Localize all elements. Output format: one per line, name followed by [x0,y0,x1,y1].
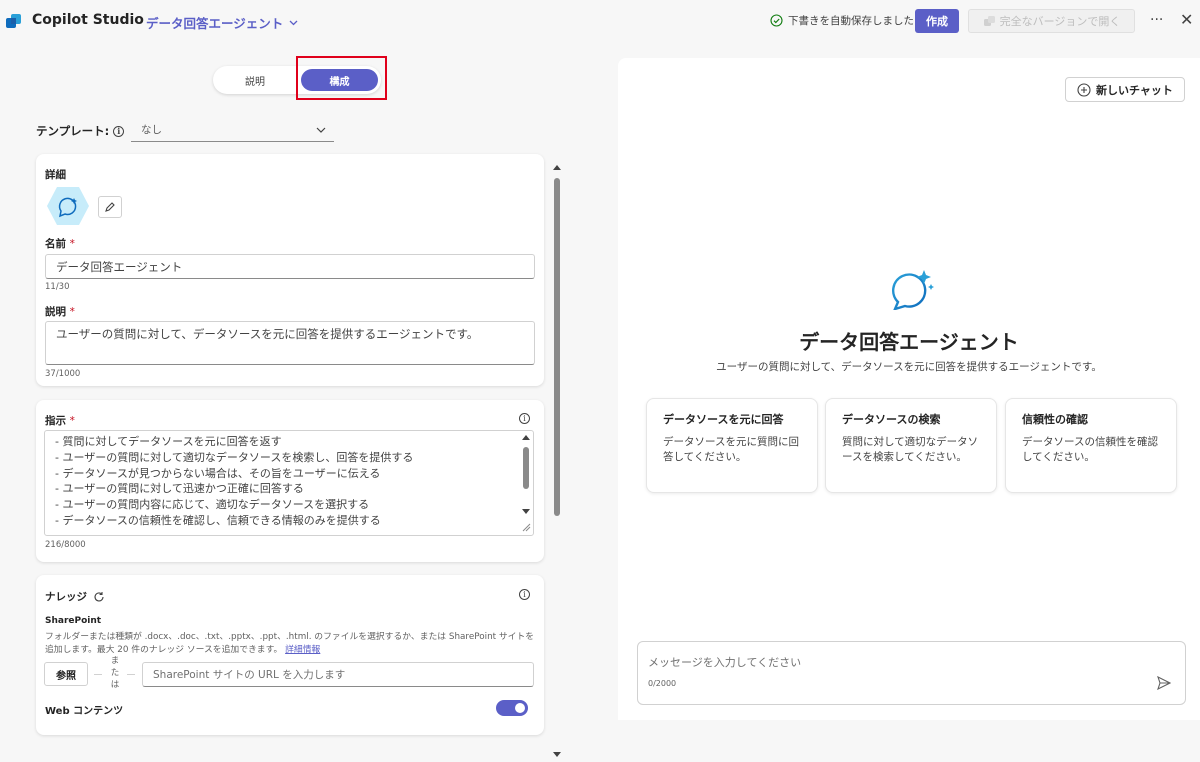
new-chat-label: 新しいチャット [1096,83,1173,97]
name-char-count: 11/30 [45,282,70,292]
refresh-icon[interactable] [93,591,105,603]
instructions-field[interactable]: - 質問に対してデータソースを元に回答を返す - ユーザーの質問に対して適切なデ… [44,430,534,536]
sharepoint-description: フォルダーまたは種類が .docx、.doc、.txt、.pptx、.ppt、.… [45,631,537,657]
top-bar: Copilot Studio データ回答エージェント 下書きを自動保存しました … [0,0,1200,42]
message-placeholder: メッセージを入力してください [648,656,802,669]
suggestion-card[interactable]: データソースの検索 質問に対して適切なデータソースを検索してください。 [825,398,997,493]
instructions-label: 指示 * [45,415,75,427]
name-label-text: 名前 [45,238,66,250]
message-input[interactable]: メッセージを入力してください 0/2000 [637,641,1186,705]
knowledge-title-text: ナレッジ [45,591,87,603]
divider [94,674,102,675]
sharepoint-url-input[interactable]: SharePoint サイトの URL を入力します [142,662,534,687]
divider [127,674,135,675]
instruction-line: - ユーザーの質問内容に応じて、適切なデータソースを選択する [55,498,370,512]
config-scrollbar[interactable] [552,162,562,762]
new-chat-button[interactable]: 新しいチャット [1065,77,1185,102]
send-icon[interactable] [1157,676,1171,690]
template-label-text: テンプレート: [36,124,110,138]
info-icon[interactable]: i [519,589,530,600]
or-label: または [110,656,120,690]
autosave-status: 下書きを自動保存しました [770,13,914,28]
pencil-icon [105,202,115,212]
suggestion-description: 質問に対して適切なデータソースを検索してください。 [842,436,979,463]
browse-button[interactable]: 参照 [44,662,88,686]
mode-option-description[interactable]: 説明 [213,66,297,94]
instruction-line: - ユーザーの質問に対して迅速かつ正確に回答する [55,482,304,496]
knowledge-title: ナレッジ [45,589,105,604]
instruction-line: - 質問に対してデータソースを元に回答を返す [55,435,282,448]
name-label: 名前 * [45,238,75,250]
knowledge-card: ナレッジ i SharePoint フォルダーまたは種類が .docx、.doc… [36,575,544,735]
suggestion-title: 信頼性の確認 [1022,413,1088,426]
message-char-count: 0/2000 [648,679,677,688]
highlight-box [296,56,387,100]
instructions-title-text: 指示 [45,415,66,427]
description-char-count: 37/1000 [45,369,81,379]
suggestion-card[interactable]: 信頼性の確認 データソースの信頼性を確認してください。 [1005,398,1177,493]
suggestion-title: データソースの検索 [842,413,941,426]
app-title: Copilot Studio [32,12,144,28]
description-label-text: 説明 [45,306,66,318]
open-full-version-button[interactable]: 完全なバージョンで開く [968,9,1135,33]
chevron-down-icon [289,20,298,25]
agent-avatar-icon[interactable] [46,186,90,226]
details-card: 詳細 名前 * データ回答エージェント 11/30 説明 * ユーザーの質問に対… [36,154,544,386]
instruction-line: - データソースが見つからない場合は、その旨をユーザーに伝える [55,466,381,480]
close-icon[interactable]: ✕ [1180,10,1193,29]
copilot-studio-icon [983,16,995,26]
name-field[interactable]: データ回答エージェント [45,254,535,279]
chat-agent-description: ユーザーの質問に対して、データソースを元に回答を提供するエージェントです。 [716,361,1102,373]
suggestion-card[interactable]: データソースを元に回答 データソースを元に質問に回答してください。 [646,398,818,493]
web-content-toggle[interactable] [496,700,528,716]
agent-name-dropdown[interactable]: データ回答エージェント [146,13,298,32]
autosave-text: 下書きを自動保存しました [788,15,914,27]
edit-icon-button[interactable] [98,196,122,218]
more-icon[interactable]: ··· [1150,12,1163,28]
more-info-link[interactable]: 詳細情報 [285,645,320,655]
instruction-line: - データソースの信頼性を確認し、信頼できる情報のみを提供する [55,513,381,527]
copilot-chat-icon [891,270,934,310]
create-button[interactable]: 作成 [915,9,959,33]
instruction-line: - ユーザーの質問に対して適切なデータソースを検索し、回答を提供する [55,450,414,464]
test-chat-panel: 新しいチャット データ回答エージェント ユーザーの質問に対して、データソースを元… [618,58,1200,720]
instructions-scrollbar[interactable] [521,433,531,533]
chevron-down-icon [316,127,326,133]
add-circle-icon [1077,82,1091,97]
template-value: なし [141,124,162,136]
configuration-panel: 説明 構成 テンプレート: i なし 詳細 名前 * データ回答エージェント 1… [0,42,570,757]
info-icon[interactable]: i [113,125,125,137]
agent-name-label: データ回答エージェント [146,16,284,31]
open-full-version-label: 完全なバージョンで開く [999,15,1121,28]
description-field[interactable]: ユーザーの質問に対して、データソースを元に回答を提供するエージェントです。 [45,321,535,365]
description-label: 説明 * [45,306,75,318]
suggestion-description: データソースの信頼性を確認してください。 [1022,436,1158,463]
instructions-char-count: 216/8000 [45,540,86,550]
info-icon[interactable]: i [519,413,530,424]
instructions-card: 指示 * i - 質問に対してデータソースを元に回答を返す - ユーザーの質問に… [36,400,544,562]
chat-agent-title: データ回答エージェント [799,330,1019,354]
sharepoint-label: SharePoint [45,616,102,626]
check-circle-icon [770,14,783,27]
web-content-label: Web コンテンツ [45,706,124,717]
template-label: テンプレート: i [36,123,125,139]
suggestion-description: データソースを元に質問に回答してください。 [663,436,799,463]
suggestion-title: データソースを元に回答 [663,413,784,426]
copilot-studio-logo-icon [6,14,21,28]
details-title: 詳細 [45,169,66,181]
template-dropdown[interactable]: なし [131,118,334,142]
